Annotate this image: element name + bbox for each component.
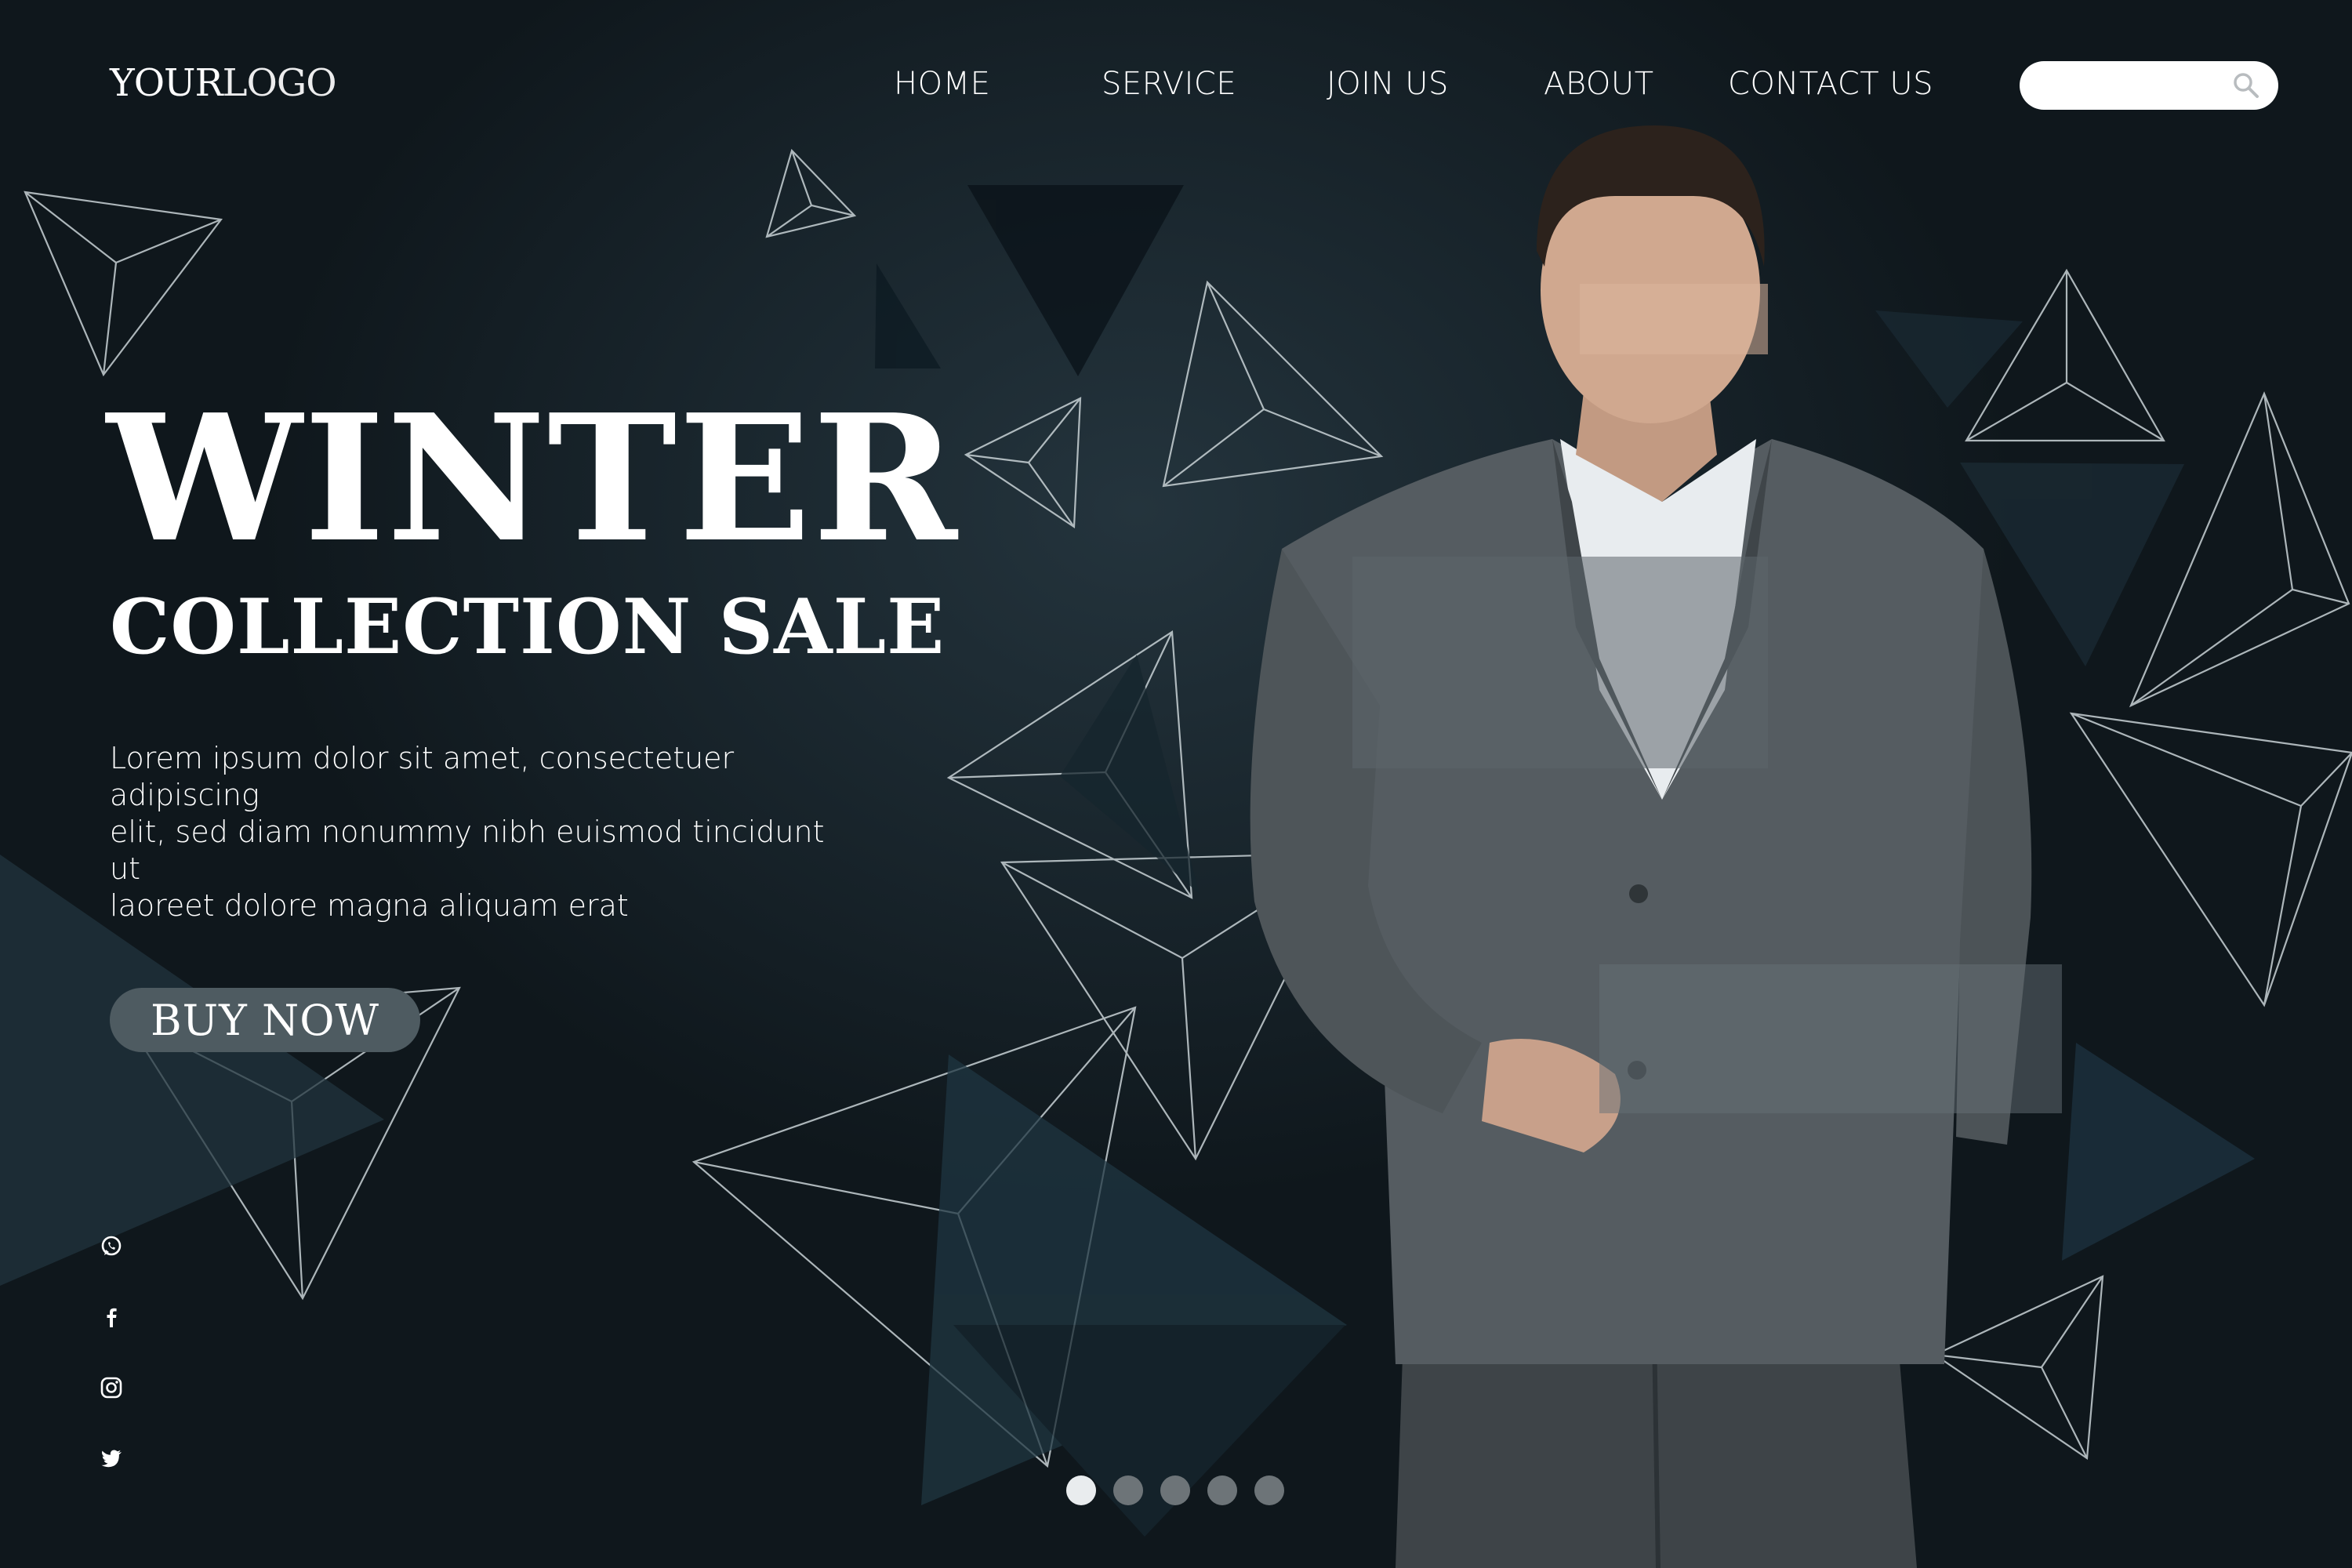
facebook-icon[interactable]	[97, 1303, 125, 1331]
twitter-icon[interactable]	[97, 1444, 125, 1472]
carousel-dot-5[interactable]	[1254, 1475, 1284, 1505]
hero-description: Lorem ipsum dolor sit amet, consectetuer…	[110, 740, 862, 924]
carousel-dot-3[interactable]	[1160, 1475, 1190, 1505]
hero-description-line: elit, sed diam nonummy nibh euismod tinc…	[110, 815, 825, 886]
carousel-dot-4[interactable]	[1207, 1475, 1237, 1505]
hero-description-line: Lorem ipsum dolor sit amet, consectetuer…	[110, 741, 735, 812]
nav-service[interactable]: SERVICE	[1102, 66, 1236, 102]
whatsapp-icon[interactable]	[97, 1232, 125, 1261]
hero-title: WINTER	[107, 377, 959, 581]
carousel-dot-2[interactable]	[1113, 1475, 1143, 1505]
model-photo	[1250, 125, 2062, 1568]
search-input[interactable]	[2042, 69, 2222, 102]
search-bar	[2020, 61, 2278, 110]
logo-thin: LOGO	[222, 61, 337, 105]
hero-description-line: laoreet dolore magna aliquam erat	[110, 888, 629, 923]
logo-bold: YOUR	[110, 61, 223, 105]
carousel-dot-1[interactable]	[1066, 1475, 1096, 1505]
nav-join-us[interactable]: JOIN US	[1327, 66, 1449, 102]
landing-page: YOURLOGO HOME SERVICE JOIN US ABOUT CONT…	[0, 0, 2352, 1568]
search-icon[interactable]	[2231, 71, 2261, 100]
buy-now-button[interactable]: BUY NOW	[110, 988, 420, 1052]
nav-about[interactable]: ABOUT	[1544, 66, 1654, 102]
nav-contact-us[interactable]: CONTACT US	[1728, 66, 1933, 102]
instagram-icon[interactable]	[97, 1374, 125, 1402]
hero-subtitle: COLLECTION SALE	[110, 583, 946, 671]
nav-home[interactable]: HOME	[894, 66, 990, 102]
logo[interactable]: YOURLOGO	[110, 61, 337, 105]
